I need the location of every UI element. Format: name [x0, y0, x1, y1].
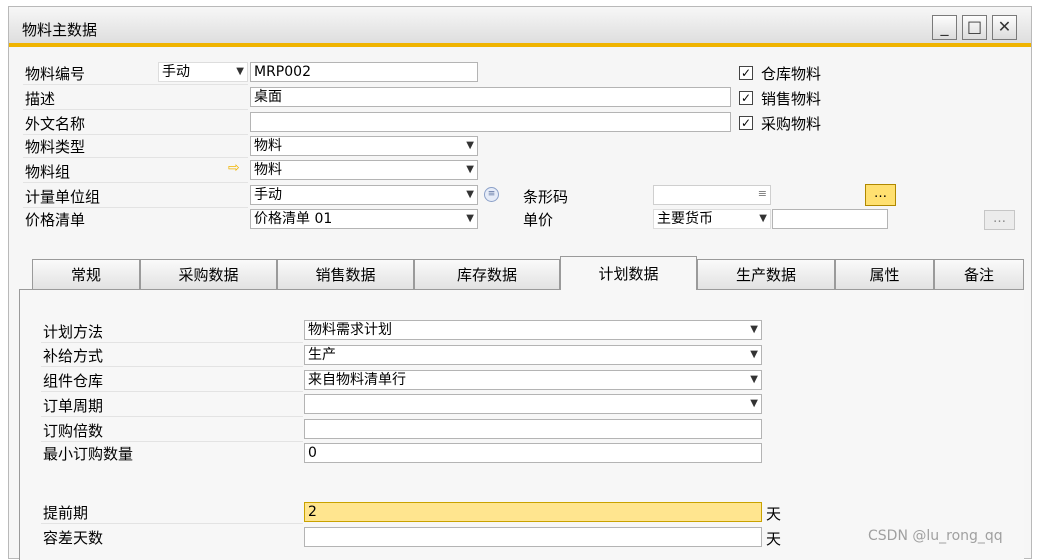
- tab-purchasing-data[interactable]: 采购数据: [140, 259, 277, 289]
- row-divider: [41, 523, 303, 524]
- numbering-mode-select[interactable]: 手动 ▼: [158, 62, 248, 82]
- description-field[interactable]: 桌面: [250, 87, 731, 107]
- tab-general[interactable]: 常规: [32, 259, 140, 289]
- item-code-field[interactable]: MRP002: [250, 62, 478, 82]
- procurement-label: 补给方式: [43, 347, 104, 365]
- min-order-qty-field[interactable]: 0: [304, 443, 762, 463]
- order-multiple-field[interactable]: [304, 419, 762, 439]
- purchase-item-checkbox[interactable]: ✓: [739, 116, 753, 130]
- tolerance-days-label: 容差天数: [43, 529, 104, 547]
- row-divider: [41, 342, 303, 343]
- item-type-label: 物料类型: [25, 138, 86, 156]
- barcode-list-icon[interactable]: ≡: [758, 188, 767, 200]
- dropdown-arrow-icon: ▼: [466, 189, 474, 200]
- tolerance-days-field[interactable]: [304, 527, 762, 547]
- dropdown-arrow-icon: ▼: [750, 324, 758, 335]
- description-label: 描述: [25, 90, 56, 108]
- row-divider: [41, 366, 303, 367]
- dropdown-arrow-icon: ▼: [466, 164, 474, 175]
- close-button[interactable]: ✕: [992, 15, 1017, 40]
- planning-method-label: 计划方法: [43, 323, 104, 341]
- row-divider: [23, 207, 248, 208]
- item-group-select[interactable]: 物料 ▼: [250, 160, 478, 180]
- tab-inventory-data[interactable]: 库存数据: [414, 259, 560, 289]
- item-group-value: 物料: [254, 162, 282, 178]
- tab-properties[interactable]: 属性: [835, 259, 934, 289]
- lead-time-label: 提前期: [43, 504, 89, 522]
- item-code-label: 物料编号: [25, 65, 86, 83]
- tab-planning-data[interactable]: 计划数据: [560, 256, 697, 290]
- row-divider: [23, 134, 248, 135]
- dropdown-arrow-icon: ▼: [236, 66, 244, 77]
- list-icon[interactable]: ≡: [484, 187, 499, 202]
- item-group-label: 物料组: [25, 163, 71, 181]
- order-multiple-label: 订购倍数: [43, 422, 104, 440]
- currency-select[interactable]: 主要货币 ▼: [653, 209, 771, 229]
- tolerance-days-unit: 天: [766, 530, 782, 548]
- sales-item-label: 销售物料: [761, 90, 822, 108]
- planning-method-select[interactable]: 物料需求计划 ▼: [304, 320, 762, 340]
- dropdown-arrow-icon: ▼: [466, 213, 474, 224]
- price-list-label: 价格清单: [25, 211, 86, 229]
- dropdown-arrow-icon: ▼: [759, 213, 767, 224]
- procurement-value: 生产: [308, 347, 336, 363]
- numbering-mode-value: 手动: [162, 64, 190, 80]
- row-divider: [23, 84, 248, 85]
- tab-remarks[interactable]: 备注: [934, 259, 1024, 289]
- order-interval-label: 订单周期: [43, 397, 104, 415]
- item-type-value: 物料: [254, 138, 282, 154]
- row-divider: [23, 109, 248, 110]
- barcode-field[interactable]: ≡: [653, 185, 771, 205]
- lead-time-unit: 天: [766, 505, 782, 523]
- inventory-item-label: 仓库物料: [761, 65, 822, 83]
- dropdown-arrow-icon: ▼: [750, 349, 758, 360]
- row-divider: [41, 441, 303, 442]
- uom-group-label: 计量单位组: [25, 188, 101, 206]
- procurement-select[interactable]: 生产 ▼: [304, 345, 762, 365]
- unit-price-label: 单价: [523, 211, 554, 229]
- minimize-button[interactable]: _: [932, 15, 957, 40]
- window-title: 物料主数据: [22, 21, 98, 39]
- barcode-label: 条形码: [523, 188, 569, 206]
- price-list-value: 价格清单 01: [254, 211, 333, 227]
- unit-price-field[interactable]: [772, 209, 888, 229]
- dropdown-arrow-icon: ▼: [750, 398, 758, 409]
- row-divider: [23, 157, 248, 158]
- price-list-select[interactable]: 价格清单 01 ▼: [250, 209, 478, 229]
- unit-price-more-button[interactable]: …: [984, 210, 1015, 230]
- title-bar[interactable]: 物料主数据 _ □ ✕: [9, 7, 1031, 47]
- foreign-name-field[interactable]: [250, 112, 731, 132]
- foreign-name-label: 外文名称: [25, 115, 86, 133]
- dropdown-arrow-icon: ▼: [466, 140, 474, 151]
- tab-sales-data[interactable]: 销售数据: [277, 259, 414, 289]
- order-interval-select[interactable]: ▼: [304, 394, 762, 414]
- row-divider: [41, 416, 303, 417]
- uom-group-value: 手动: [254, 187, 282, 203]
- item-type-select[interactable]: 物料 ▼: [250, 136, 478, 156]
- planning-method-value: 物料需求计划: [308, 322, 392, 338]
- tab-production-data[interactable]: 生产数据: [697, 259, 835, 289]
- currency-value: 主要货币: [657, 211, 713, 227]
- dropdown-arrow-icon: ▼: [750, 374, 758, 385]
- min-order-qty-label: 最小订购数量: [43, 445, 134, 463]
- row-divider: [41, 391, 303, 392]
- lead-time-field[interactable]: 2: [304, 502, 762, 522]
- barcode-more-button[interactable]: …: [865, 184, 896, 206]
- link-arrow-icon[interactable]: ⇨: [228, 160, 240, 176]
- component-warehouse-select[interactable]: 来自物料清单行 ▼: [304, 370, 762, 390]
- inventory-item-checkbox[interactable]: ✓: [739, 66, 753, 80]
- purchase-item-label: 采购物料: [761, 115, 822, 133]
- maximize-button[interactable]: □: [962, 15, 987, 40]
- row-divider: [23, 182, 248, 183]
- sales-item-checkbox[interactable]: ✓: [739, 91, 753, 105]
- uom-group-select[interactable]: 手动 ▼: [250, 185, 478, 205]
- watermark: CSDN @lu_rong_qq: [868, 528, 1003, 544]
- component-warehouse-value: 来自物料清单行: [308, 372, 406, 388]
- component-warehouse-label: 组件仓库: [43, 372, 104, 390]
